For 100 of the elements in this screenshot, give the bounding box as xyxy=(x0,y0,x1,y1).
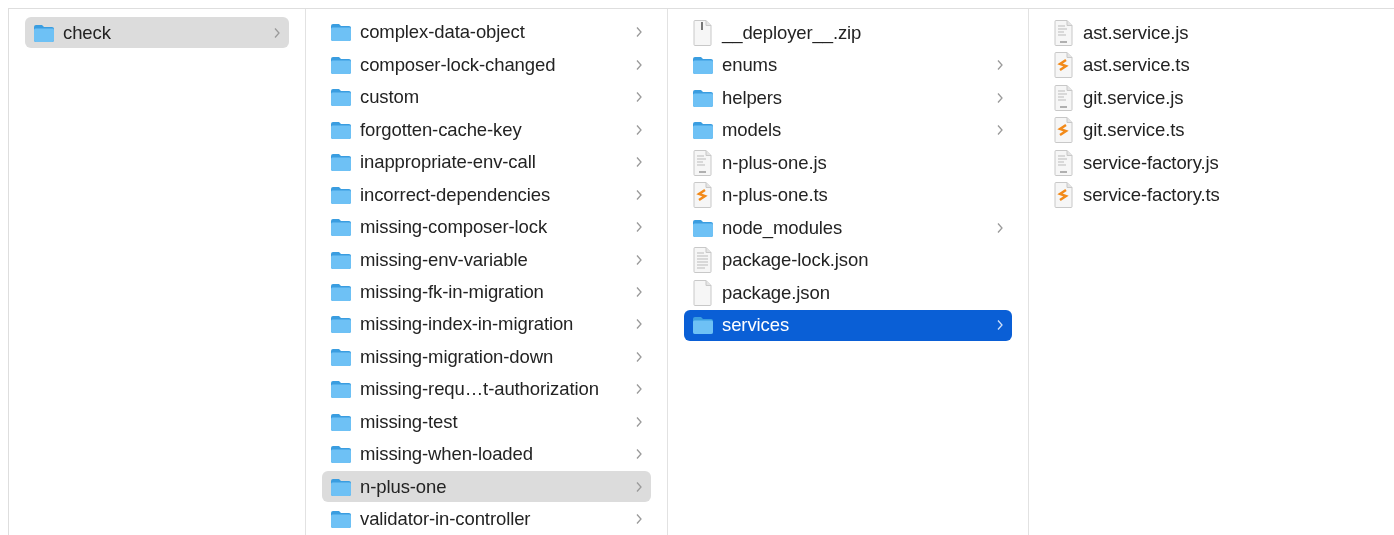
chevron-icon xyxy=(996,59,1004,71)
folder-icon xyxy=(330,184,352,205)
folder-icon xyxy=(692,87,714,108)
chevron-icon xyxy=(996,221,1004,234)
item-name: custom xyxy=(360,86,421,109)
folder-icon xyxy=(330,281,352,302)
item-name: service-factory.js xyxy=(1083,151,1220,174)
item-name: n-plus-one.js xyxy=(722,151,828,174)
chevron-icon xyxy=(635,156,643,169)
typescript-file-icon xyxy=(1053,181,1075,209)
item-name: models xyxy=(722,119,783,141)
folder-icon xyxy=(330,411,352,432)
chevron-icon xyxy=(635,123,643,136)
chevron-icon xyxy=(635,221,643,234)
item-name: incorrect-dependencies xyxy=(360,183,552,206)
item-name: service-factory.ts xyxy=(1083,184,1221,206)
folder-item[interactable]: missing-index-in-migration xyxy=(322,308,651,340)
chevron-icon xyxy=(635,513,643,526)
file-item[interactable]: ast.service.ts xyxy=(1045,49,1378,81)
chevron-icon xyxy=(635,26,643,39)
folder-icon xyxy=(692,217,714,238)
folder-icon xyxy=(330,444,352,465)
file-item[interactable]: service-factory.js xyxy=(1045,147,1378,178)
folder-item[interactable]: custom xyxy=(322,81,651,113)
folder-icon xyxy=(330,54,352,75)
item-name: missing-test xyxy=(360,410,459,433)
folder-icon xyxy=(330,22,352,43)
chevron-icon xyxy=(635,253,643,266)
folder-icon xyxy=(692,55,714,75)
item-name: n-plus-one xyxy=(360,475,448,498)
chevron-icon xyxy=(635,318,643,331)
folder-item[interactable]: enums xyxy=(684,49,1012,81)
chevron-icon xyxy=(635,383,643,396)
item-name: services xyxy=(722,314,791,336)
chevron-icon xyxy=(635,58,643,71)
folder-icon xyxy=(330,509,352,530)
typescript-file-icon xyxy=(1053,51,1075,79)
chevron-icon xyxy=(635,350,643,363)
file-item[interactable]: __deployer__.zip xyxy=(684,17,1012,48)
zip-file-icon xyxy=(692,18,714,47)
file-item[interactable]: n-plus-one.js xyxy=(684,147,1012,178)
script-file-icon xyxy=(1053,18,1075,47)
item-name: __deployer__.zip xyxy=(722,21,863,44)
item-name: node_modules xyxy=(722,216,844,239)
item-name: helpers xyxy=(722,86,783,109)
file-item[interactable]: n-plus-one.ts xyxy=(684,179,1012,211)
item-name: package.json xyxy=(722,281,831,304)
item-name: missing-env-variable xyxy=(360,248,529,271)
chevron-icon xyxy=(996,91,1004,104)
chevron-icon xyxy=(635,415,643,428)
chevron-icon xyxy=(635,91,643,104)
script-file-icon xyxy=(1053,83,1075,112)
typescript-file-icon xyxy=(1053,116,1075,144)
script-file-icon xyxy=(1053,148,1075,177)
folder-icon xyxy=(692,315,714,335)
chevron-icon xyxy=(635,285,643,298)
item-name: git.service.js xyxy=(1083,86,1185,109)
folder-item[interactable]: missing-env-variable xyxy=(322,244,651,275)
folder-item[interactable]: helpers xyxy=(684,82,1012,113)
chevron-icon xyxy=(635,448,643,461)
folder-item[interactable]: incorrect-dependencies xyxy=(322,179,651,211)
folder-item[interactable]: missing-requ…t-authorization xyxy=(322,373,651,405)
folder-item[interactable]: services xyxy=(684,309,1012,341)
file-item[interactable]: ast.service.js xyxy=(1045,17,1378,48)
file-item[interactable]: git.service.ts xyxy=(1045,114,1378,146)
folder-item[interactable]: check xyxy=(25,17,289,48)
item-name: git.service.ts xyxy=(1083,119,1186,141)
chevron-icon xyxy=(273,26,281,39)
folder-item[interactable]: node_modules xyxy=(684,212,1012,243)
chevron-icon xyxy=(635,188,643,201)
item-name: validator-in-controller xyxy=(360,508,532,531)
folder-icon xyxy=(330,152,352,173)
folder-item[interactable]: inappropriate-env-call xyxy=(322,146,651,178)
item-name: complex-data-object xyxy=(360,21,526,44)
folder-icon xyxy=(330,346,352,367)
item-name: missing-requ…t-authorization xyxy=(360,378,600,401)
folder-item[interactable]: n-plus-one xyxy=(322,471,651,503)
folder-item[interactable]: missing-when-loaded xyxy=(322,438,651,470)
folder-item[interactable]: complex-data-object xyxy=(322,17,651,48)
folder-item[interactable]: validator-in-controller xyxy=(322,503,651,535)
folder-item[interactable]: forgotten-cache-key xyxy=(322,114,651,146)
folder-item[interactable]: models xyxy=(684,114,1012,146)
item-name: composer-lock-changed xyxy=(360,53,557,76)
folder-icon xyxy=(330,476,352,497)
folder-item[interactable]: missing-test xyxy=(322,406,651,438)
folder-icon xyxy=(330,314,352,335)
folder-item[interactable]: missing-migration-down xyxy=(322,341,651,373)
folder-item[interactable]: composer-lock-changed xyxy=(322,49,651,81)
item-name: ast.service.ts xyxy=(1083,54,1191,76)
folder-item[interactable]: missing-composer-lock xyxy=(322,211,651,243)
file-item[interactable]: package.json xyxy=(684,277,1012,308)
item-name: inappropriate-env-call xyxy=(360,151,537,174)
item-name: missing-fk-in-migration xyxy=(360,280,545,303)
file-item[interactable]: service-factory.ts xyxy=(1045,179,1378,211)
item-name: missing-index-in-migration xyxy=(360,313,575,336)
file-item[interactable]: package-lock.json xyxy=(684,244,1012,276)
folder-item[interactable]: missing-fk-in-migration xyxy=(322,276,651,308)
script-file-icon xyxy=(692,148,714,177)
folder-icon xyxy=(330,119,352,140)
file-item[interactable]: git.service.js xyxy=(1045,82,1378,113)
